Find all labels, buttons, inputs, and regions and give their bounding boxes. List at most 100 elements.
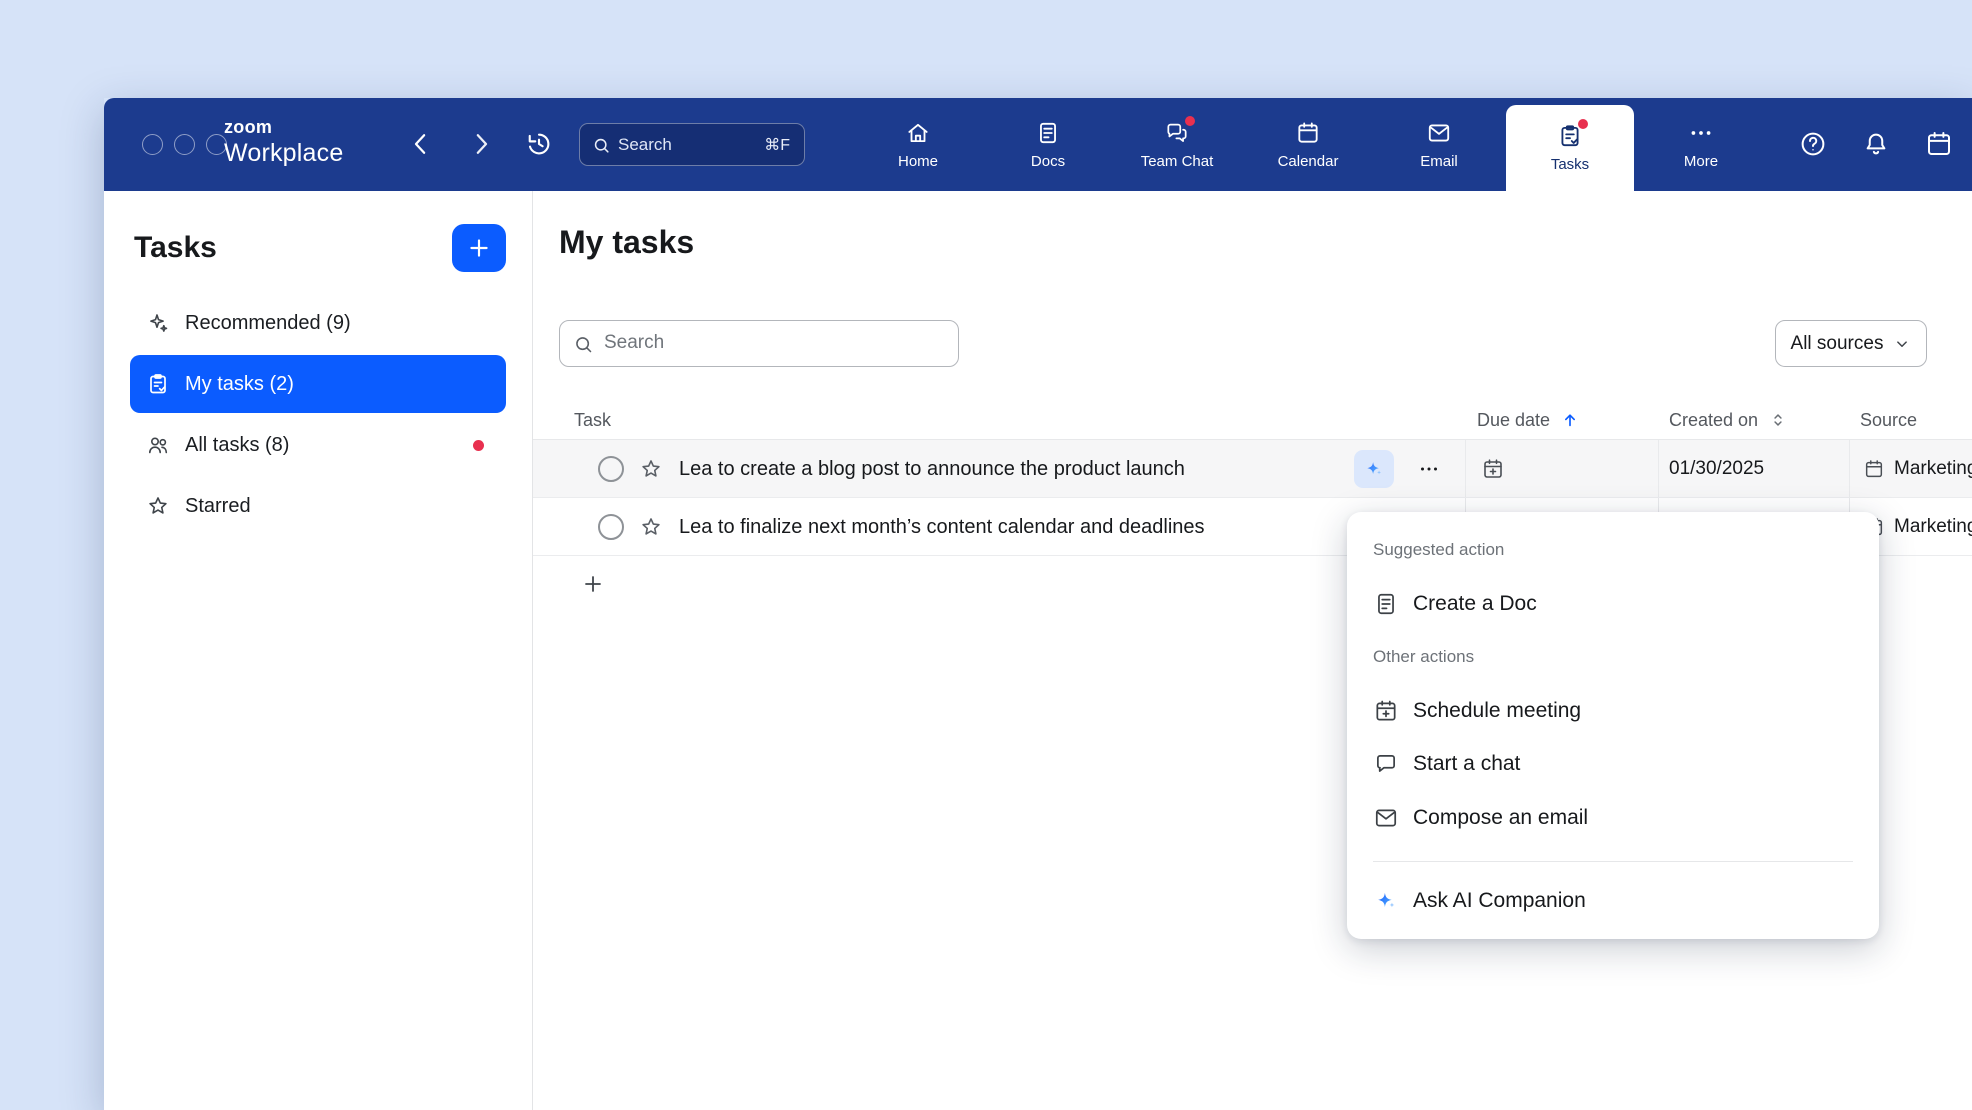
back-button[interactable] [406,129,436,159]
menu-item-schedule-meeting[interactable]: Schedule meeting [1361,685,1865,737]
sidebar-item-label: My tasks (2) [185,373,294,396]
task-checkbox[interactable] [598,456,624,482]
people-icon [146,433,170,457]
nav-team-chat-label: Team Chat [1141,153,1214,170]
plus-icon [466,235,492,261]
task-search[interactable] [559,320,959,367]
task-search-input[interactable] [604,321,944,365]
menu-item-create-doc[interactable]: Create a Doc [1361,578,1865,630]
plus-icon [581,572,605,596]
menu-item-label: Schedule meeting [1413,699,1581,723]
sidebar-item-recommended[interactable]: Recommended (9) [130,294,506,352]
sidebar-title: Tasks [134,231,217,265]
star-icon [639,457,663,481]
page-title: My tasks [559,224,694,261]
nav-calendar[interactable]: Calendar [1252,98,1364,191]
nav-docs[interactable]: Docs [992,98,1104,191]
column-label: Source [1860,410,1917,431]
menu-item-ask-ai-companion[interactable]: Ask AI Companion [1361,875,1865,927]
menu-section-header: Other actions [1373,647,1474,667]
source-filter-dropdown[interactable]: All sources [1775,320,1927,367]
nav-home[interactable]: Home [862,98,974,191]
notifications-button[interactable] [1861,129,1891,159]
help-button[interactable] [1798,129,1828,159]
menu-item-start-chat[interactable]: Start a chat [1361,738,1865,790]
chevron-right-icon [466,129,496,159]
ai-sparkle-icon [1363,458,1385,480]
add-due-date-button[interactable] [1481,457,1505,481]
clipboard-check-icon [146,372,170,396]
nav-tasks-active-tab[interactable]: Tasks [1506,105,1634,191]
task-title: Lea to create a blog post to announce th… [679,440,1185,498]
menu-divider [1373,861,1853,862]
question-circle-icon [1798,129,1828,159]
column-label: Created on [1669,410,1758,431]
sidebar-item-all-tasks[interactable]: All tasks (8) [130,416,506,474]
column-header-task: Task [574,400,611,440]
ai-companion-button[interactable] [1354,450,1394,488]
bell-icon [1861,129,1891,159]
star-task-button[interactable] [639,457,663,481]
sidebar-item-label: Recommended (9) [185,312,351,335]
nav-more-label: More [1684,153,1718,170]
menu-section-header: Suggested action [1373,540,1504,560]
column-label: Due date [1477,410,1550,431]
email-icon [1426,120,1452,146]
menu-item-compose-email[interactable]: Compose an email [1361,792,1865,844]
source-cell: Marketing [1863,498,1972,556]
calendar-plus-icon [1373,698,1399,724]
nav-calendar-label: Calendar [1278,153,1339,170]
sidebar-item-my-tasks[interactable]: My tasks (2) [130,355,506,413]
sort-ascending-icon [1560,410,1580,430]
column-header-due-date[interactable]: Due date [1477,400,1580,440]
search-shortcut: ⌘F [764,135,790,155]
nav-more[interactable]: More [1645,98,1757,191]
column-divider [1465,440,1466,497]
main-content: My tasks All sources Task Due date Creat… [533,191,1972,1110]
logo-workplace-text: Workplace [224,139,343,168]
ellipsis-icon [1417,457,1441,481]
add-task-button[interactable] [452,224,506,272]
window-control-circle[interactable] [142,134,163,155]
search-icon [573,334,594,355]
calendar-icon [1295,120,1321,146]
star-icon [639,515,663,539]
window-controls[interactable] [142,134,227,155]
menu-item-label: Start a chat [1413,752,1520,776]
global-search-input[interactable] [618,124,738,165]
history-button[interactable] [524,129,554,159]
more-ellipsis-icon [1688,120,1714,146]
chat-bubble-icon [1373,751,1399,777]
window-control-circle[interactable] [174,134,195,155]
row-more-button[interactable] [1417,457,1441,481]
created-on-value: 01/30/2025 [1669,440,1764,498]
task-checkbox[interactable] [598,514,624,540]
docs-icon [1035,120,1061,146]
star-icon [146,494,170,518]
menu-item-label: Compose an email [1413,806,1588,830]
task-row[interactable]: Lea to create a blog post to announce th… [533,440,1972,498]
column-divider [1658,440,1659,497]
column-divider [1849,440,1850,497]
nav-email[interactable]: Email [1383,98,1495,191]
sidebar-item-label: Starred [185,495,251,518]
calendar-icon [1863,458,1885,480]
column-header-created-on[interactable]: Created on [1669,400,1788,440]
sidebar-item-label: All tasks (8) [185,434,289,457]
tasks-unread-badge [1578,119,1588,129]
source-value: Marketing [1894,458,1972,480]
document-icon [1373,591,1399,617]
nav-team-chat[interactable]: Team Chat [1121,98,1233,191]
sparkle-icon [146,311,170,335]
add-task-inline-button[interactable] [581,572,605,596]
star-task-button[interactable] [639,515,663,539]
search-icon [592,136,611,155]
global-search[interactable]: ⌘F [579,123,805,166]
schedule-button[interactable] [1924,129,1954,159]
forward-button[interactable] [466,129,496,159]
nav-docs-label: Docs [1031,153,1065,170]
ai-sparkle-icon [1373,888,1399,914]
menu-item-label: Ask AI Companion [1413,889,1586,913]
sidebar-item-starred[interactable]: Starred [130,477,506,535]
table-header: Task Due date Created on Source [533,400,1972,440]
